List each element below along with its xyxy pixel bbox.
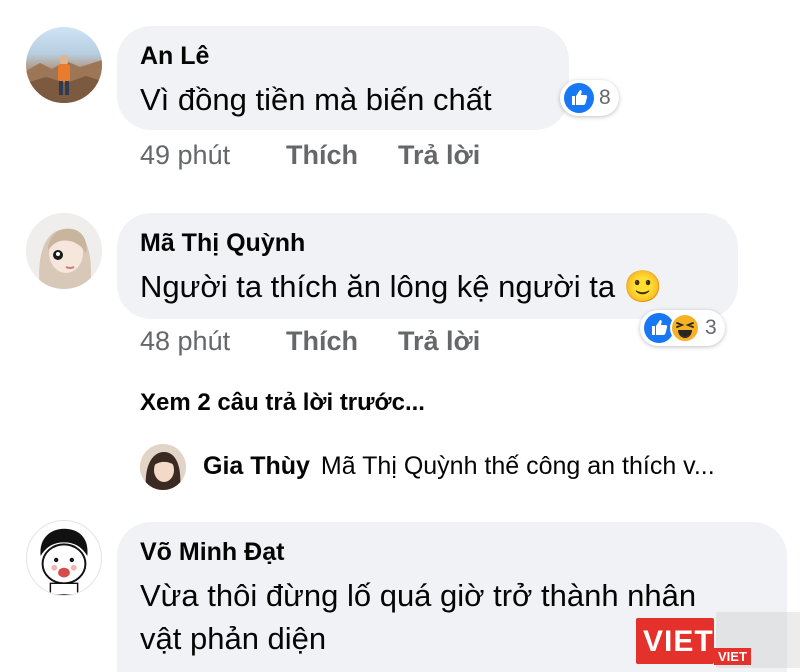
avatar-photo-portrait <box>140 444 186 490</box>
comment-text-line-2: vật phản diện <box>140 621 327 656</box>
watermark-sub: VIET <box>714 648 751 665</box>
comment-time[interactable]: 49 phút <box>140 140 230 171</box>
avatar-cartoon-face <box>40 528 88 595</box>
reply-preview[interactable]: Gia Thùy Mã Thị Quỳnh thế công an thích … <box>203 452 715 481</box>
comment-author[interactable]: An Lê <box>140 42 209 71</box>
reaction-count: 8 <box>599 86 611 109</box>
avatar-vo-minh-dat[interactable] <box>26 520 102 596</box>
avatar-an-le[interactable] <box>26 27 102 103</box>
like-button[interactable]: Thích <box>286 140 358 171</box>
comment-author[interactable]: Mã Thị Quỳnh <box>140 229 305 258</box>
reply-author: Gia Thùy <box>203 452 310 480</box>
vietnamnet-watermark-logo: VIET VIET <box>636 612 806 670</box>
comment-text: Vì đồng tiền mà biến chất <box>140 82 492 117</box>
avatar-photo-landscape <box>26 55 102 103</box>
view-previous-replies-link[interactable]: Xem 2 câu trả lời trước... <box>140 389 425 417</box>
comment-author[interactable]: Võ Minh Đạt <box>140 538 284 567</box>
reply-button[interactable]: Trả lời <box>398 140 480 171</box>
like-button[interactable]: Thích <box>286 326 358 357</box>
reply-text: Mã Thị Quỳnh thế công an thích v... <box>320 452 715 480</box>
comment-text: Người ta thích ăn lông kệ người ta 🙂 <box>140 269 663 304</box>
like-icon <box>564 83 594 113</box>
avatar-ma-thi-quynh[interactable] <box>26 213 102 289</box>
avatar-gia-thuy[interactable] <box>140 444 186 490</box>
watermark-brand: VIET <box>643 625 714 658</box>
reaction-count: 3 <box>705 316 717 339</box>
avatar-photo-portrait <box>26 213 102 289</box>
reply-button[interactable]: Trả lời <box>398 326 480 357</box>
comment-text-line-1: Vừa thôi đừng lố quá giờ trở thành nhân <box>140 578 697 613</box>
comment-time[interactable]: 48 phút <box>140 326 230 357</box>
reaction-summary[interactable]: 8 <box>560 80 619 116</box>
reaction-summary[interactable]: 3 <box>640 310 725 346</box>
haha-icon <box>670 313 700 343</box>
